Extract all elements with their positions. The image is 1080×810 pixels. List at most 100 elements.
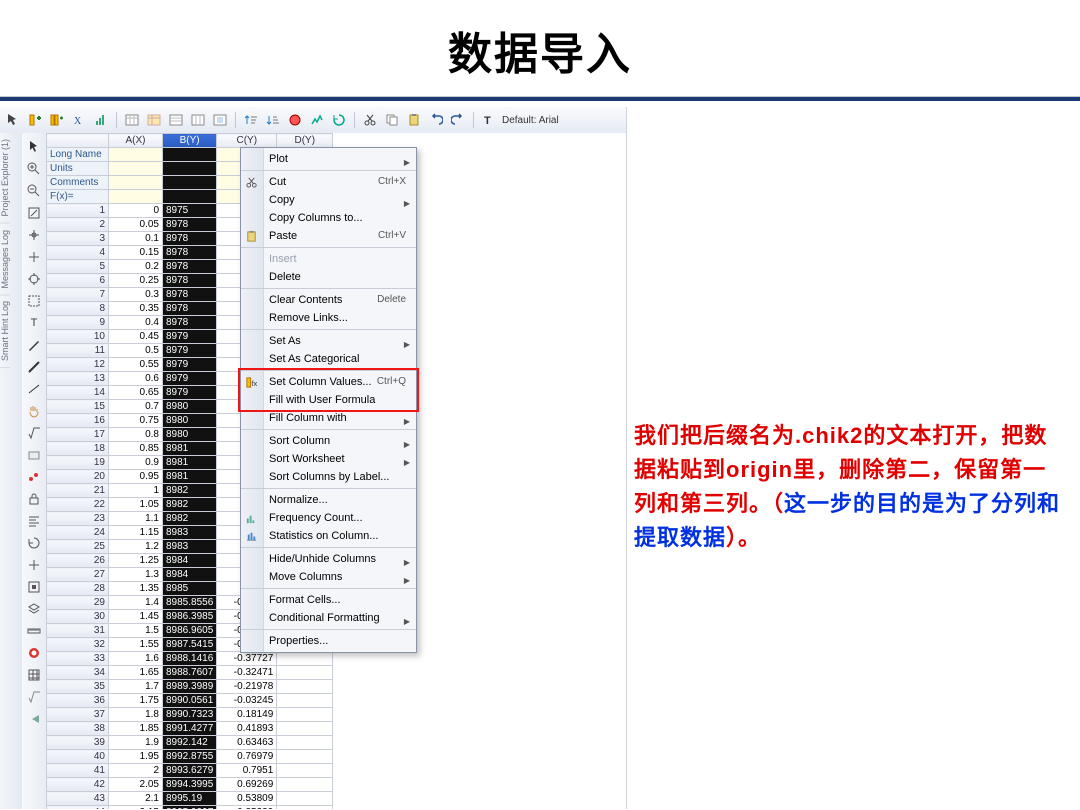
cell[interactable]: 8988.1416 [163, 652, 217, 666]
cell[interactable]: 1.2 [109, 540, 163, 554]
cell[interactable]: 0.5 [109, 344, 163, 358]
cell[interactable]: 8982 [163, 498, 217, 512]
cell[interactable]: 0.1 [109, 232, 163, 246]
sort-desc-icon[interactable] [264, 111, 282, 129]
cell[interactable]: 8981 [163, 442, 217, 456]
rescale-icon[interactable] [24, 203, 44, 223]
set-x-icon[interactable]: X [70, 111, 88, 129]
row-header[interactable]: 21 [47, 484, 109, 498]
cell[interactable] [277, 750, 333, 764]
cell[interactable]: 1.35 [109, 582, 163, 596]
cell[interactable]: 1.75 [109, 694, 163, 708]
cell[interactable]: 0.6 [109, 372, 163, 386]
menu-item-fill-column-with[interactable]: Fill Column with [241, 409, 416, 427]
align-left-icon[interactable] [24, 511, 44, 531]
pointer-icon[interactable] [24, 137, 44, 157]
add-column-icon[interactable] [26, 111, 44, 129]
cell[interactable]: 8994.3995 [163, 778, 217, 792]
cell[interactable]: 1.4 [109, 596, 163, 610]
cell[interactable]: 8979 [163, 386, 217, 400]
row-header[interactable]: 7 [47, 288, 109, 302]
cell[interactable]: 0 [109, 204, 163, 218]
menu-item-remove-links[interactable]: Remove Links... [241, 309, 416, 327]
row-header[interactable]: 6 [47, 274, 109, 288]
cell[interactable]: 1.9 [109, 736, 163, 750]
row-header[interactable]: 35 [47, 680, 109, 694]
cell[interactable]: 1.1 [109, 512, 163, 526]
cell[interactable]: 8981 [163, 456, 217, 470]
cell[interactable]: -0.21978 [217, 680, 277, 694]
cell[interactable]: 8989.3989 [163, 680, 217, 694]
cell[interactable]: -0.37727 [217, 652, 277, 666]
menu-item-sort-columns-by-label[interactable]: Sort Columns by Label... [241, 468, 416, 486]
recalc-icon[interactable] [330, 111, 348, 129]
cell[interactable]: 8978 [163, 288, 217, 302]
row-header[interactable]: 43 [47, 792, 109, 806]
copy-icon[interactable] [383, 111, 401, 129]
snap-icon[interactable] [24, 577, 44, 597]
cell[interactable]: 8983 [163, 526, 217, 540]
grid-tool-icon[interactable] [24, 555, 44, 575]
row-header[interactable]: 37 [47, 708, 109, 722]
cell[interactable] [277, 666, 333, 680]
cell[interactable]: 0.76979 [217, 750, 277, 764]
menu-item-properties[interactable]: Properties... [241, 632, 416, 650]
menu-item-sort-worksheet[interactable]: Sort Worksheet [241, 450, 416, 468]
cell[interactable]: 8992.142 [163, 736, 217, 750]
cell[interactable]: 0.55 [109, 358, 163, 372]
meta-cell[interactable] [109, 190, 163, 204]
cell[interactable]: 8988.7607 [163, 666, 217, 680]
ruler-icon[interactable] [24, 621, 44, 641]
cell[interactable]: 8978 [163, 316, 217, 330]
menu-item-paste[interactable]: PasteCtrl+V [241, 227, 416, 245]
rewind-icon[interactable] [24, 709, 44, 729]
col-header-b[interactable]: B(Y) [163, 134, 217, 148]
cell[interactable]: 0.2 [109, 260, 163, 274]
menu-item-copy-columns-to[interactable]: Copy Columns to... [241, 209, 416, 227]
row-header[interactable]: 4 [47, 246, 109, 260]
zoom-out-icon[interactable] [24, 181, 44, 201]
cell[interactable]: 1.25 [109, 554, 163, 568]
row-header[interactable]: 40 [47, 750, 109, 764]
row-header[interactable]: 33 [47, 652, 109, 666]
cell[interactable]: 8986.3985 [163, 610, 217, 624]
worksheet4-icon[interactable] [189, 111, 207, 129]
analysis-icon[interactable] [308, 111, 326, 129]
menu-item-statistics-on-column[interactable]: Statistics on Column... [241, 527, 416, 545]
pointer-tool-icon[interactable] [4, 111, 22, 129]
row-header[interactable]: 19 [47, 456, 109, 470]
layers-icon[interactable] [24, 599, 44, 619]
cell[interactable]: 0.25339 [217, 806, 277, 810]
add-columns-icon[interactable] [48, 111, 66, 129]
data-reader-icon[interactable] [24, 225, 44, 245]
row-header[interactable]: 13 [47, 372, 109, 386]
row-header[interactable]: 27 [47, 568, 109, 582]
row-header[interactable]: 3 [47, 232, 109, 246]
menu-item-set-as[interactable]: Set As [241, 332, 416, 350]
cell[interactable]: -0.32471 [217, 666, 277, 680]
cell[interactable]: 0.8 [109, 428, 163, 442]
cell[interactable] [277, 722, 333, 736]
cell[interactable] [277, 708, 333, 722]
draw-tool-icon[interactable] [24, 357, 44, 377]
row-header[interactable]: 29 [47, 596, 109, 610]
annotation-tool-icon[interactable] [24, 335, 44, 355]
row-header[interactable]: 5 [47, 260, 109, 274]
undo-icon[interactable] [427, 111, 445, 129]
row-header[interactable]: 31 [47, 624, 109, 638]
row-header[interactable]: 25 [47, 540, 109, 554]
cell[interactable]: 8978 [163, 260, 217, 274]
cell[interactable]: 0.9 [109, 456, 163, 470]
cell[interactable]: 8978 [163, 218, 217, 232]
cell[interactable]: 1.7 [109, 680, 163, 694]
cell[interactable] [277, 680, 333, 694]
text-tool-icon[interactable]: T [24, 313, 44, 333]
row-header[interactable]: 39 [47, 736, 109, 750]
row-header[interactable]: 12 [47, 358, 109, 372]
menu-item-cut[interactable]: CutCtrl+X [241, 173, 416, 191]
col-header-c[interactable]: C(Y) [217, 134, 277, 148]
cell[interactable]: 0.45 [109, 330, 163, 344]
cell[interactable]: 0.41893 [217, 722, 277, 736]
row-header[interactable]: 26 [47, 554, 109, 568]
row-header[interactable]: 11 [47, 344, 109, 358]
